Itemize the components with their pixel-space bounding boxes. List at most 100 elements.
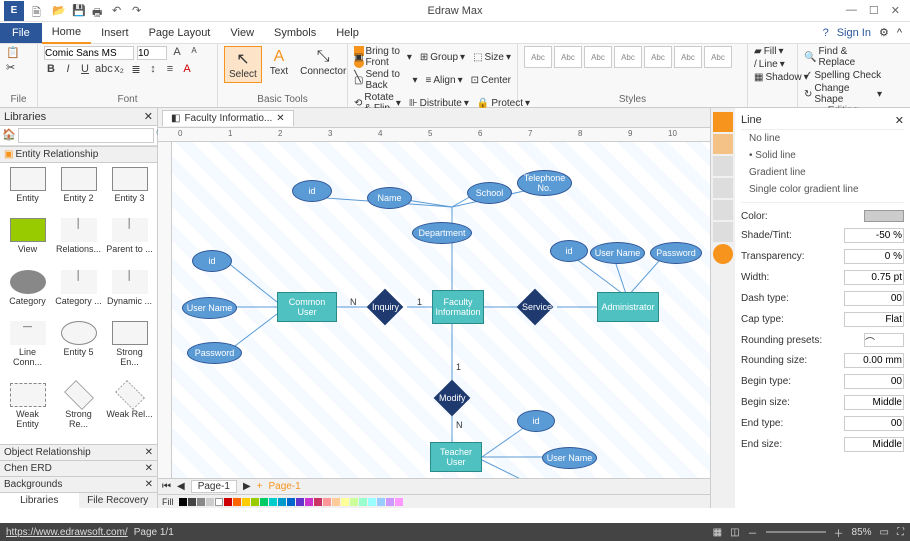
line-type-none[interactable]: No line [741,130,904,147]
bullets-icon[interactable]: ≣ [129,63,143,77]
align-button[interactable]: ≡ Align ▾ [425,69,462,91]
color-swatch[interactable] [341,498,349,506]
bring-to-front-button[interactable]: ▣ Bring to Front ▾ [354,46,412,68]
italic-icon[interactable]: I [61,63,75,77]
rel-modify[interactable]: Modify [434,380,471,417]
qat-undo-icon[interactable]: ↶ [112,4,126,18]
settings-icon[interactable]: ⚙ [879,26,889,39]
font-size-select[interactable] [137,46,167,60]
font-grow-icon[interactable]: A [170,46,184,60]
color-swatch[interactable] [296,498,304,506]
rounding-size-input[interactable] [844,353,904,368]
document-tab[interactable]: ◧ Faculty Informatio... ✕ [162,110,294,126]
prop-tab-info-icon[interactable] [713,222,733,242]
library-home-icon[interactable]: 🏠 [2,128,16,143]
cut-icon[interactable]: ✂ [6,61,15,74]
connector-tool[interactable]: ⤡ Connector [296,46,350,79]
shape-weakentity[interactable]: Weak Entity [4,383,51,440]
prop-tab-layout-icon[interactable] [713,200,733,220]
color-swatch[interactable] [386,498,394,506]
page-nav-first-icon[interactable]: ⏮ [162,481,171,492]
shape-relations[interactable]: │Relations... [55,218,102,265]
font-shrink-icon[interactable]: A [187,46,201,60]
minimize-icon[interactable]: — [846,4,857,17]
color-swatch[interactable] [260,498,268,506]
strike-icon[interactable]: abc [95,63,109,77]
send-to-back-button[interactable]: ▢ Send to Back ▾ [354,69,417,91]
rel-inquiry[interactable]: Inquiry [367,289,404,326]
color-picker[interactable] [864,210,904,222]
end-type-select[interactable] [844,416,904,431]
page-tab[interactable]: Page-1 [191,480,237,493]
attr-admin-password[interactable]: Password [650,242,702,264]
prop-tab-shadow-icon[interactable] [713,156,733,176]
width-input[interactable] [844,270,904,285]
shape-lineconn[interactable]: —Line Conn... [4,321,51,378]
color-swatch[interactable] [377,498,385,506]
status-url[interactable]: https://www.edrawsoft.com/ [6,527,128,538]
qat-save-icon[interactable]: 💾 [72,4,86,18]
color-swatch[interactable] [278,498,286,506]
cat-object-relationship[interactable]: Object Relationship✕ [0,444,157,460]
shape-strongrel[interactable]: Strong Re... [55,383,102,440]
subscript-icon[interactable]: x₂ [112,63,126,77]
drawing-canvas[interactable]: id User Name Password Common User Inquir… [172,142,710,478]
rounding-preset-select[interactable]: ⌒ [864,333,904,347]
attr-id[interactable]: id [192,250,232,272]
attr-teacher-id[interactable]: id [517,410,555,432]
tab-page-layout[interactable]: Page Layout [139,23,221,43]
category-expand-icon[interactable]: ▣ [4,149,13,160]
end-size-select[interactable] [844,437,904,452]
shade-input[interactable] [844,228,904,243]
begin-type-select[interactable] [844,374,904,389]
prop-tab-fill-icon[interactable] [713,134,733,154]
attr-name[interactable]: Name [367,187,412,209]
shape-dynamic[interactable]: │Dynamic ... [106,270,153,317]
font-name-select[interactable] [44,46,134,60]
attr-fac-id[interactable]: id [292,180,332,202]
prop-tab-help-icon[interactable] [713,244,733,264]
color-swatch[interactable] [287,498,295,506]
line-type-gradient[interactable]: Gradient line [741,164,904,181]
shape-strongen[interactable]: Strong En... [106,321,153,378]
color-swatch[interactable] [251,498,259,506]
entity-common-user[interactable]: Common User [277,292,337,322]
font-color-icon[interactable]: A [180,63,194,77]
shape-entity[interactable]: Entity [4,167,51,214]
color-swatch[interactable] [242,498,250,506]
line-type-solid[interactable]: Solid line [741,147,904,164]
color-swatch[interactable] [188,498,196,506]
center-button[interactable]: ⊡ Center [471,69,511,91]
library-search-input[interactable] [18,128,154,143]
select-tool[interactable]: ↖ Select [224,46,262,83]
libraries-close-icon[interactable]: ✕ [144,110,153,123]
shape-entity3[interactable]: Entity 3 [106,167,153,214]
tab-help[interactable]: Help [326,23,369,43]
sign-in-link[interactable]: Sign In [837,27,871,39]
zoom-out-icon[interactable]: － [748,525,758,540]
prop-tab-text-icon[interactable] [713,178,733,198]
attr-admin-username[interactable]: User Name [590,242,645,264]
cat-backgrounds[interactable]: Backgrounds✕ [0,476,157,492]
maximize-icon[interactable]: ☐ [869,4,879,17]
dash-select[interactable] [844,291,904,306]
underline-icon[interactable]: U [78,63,92,77]
color-swatch[interactable] [197,498,205,506]
right-panel-close-icon[interactable]: ✕ [895,114,904,127]
cap-select[interactable] [844,312,904,327]
bold-icon[interactable]: B [44,63,58,77]
color-swatch[interactable] [215,498,223,506]
color-swatch[interactable] [269,498,277,506]
qat-print-icon[interactable]: 🖶 [92,4,106,18]
style-gallery[interactable]: Abc Abc Abc Abc Abc Abc Abc [524,46,732,68]
panel-tab-libraries[interactable]: Libraries [0,493,79,508]
tab-view[interactable]: View [220,23,264,43]
tab-symbols[interactable]: Symbols [264,23,326,43]
spelling-button[interactable]: ✓ Spelling Check [804,70,881,81]
entity-admin[interactable]: Administrator [597,292,659,322]
page-nav-prev-icon[interactable]: ◀ [177,481,185,492]
size-button[interactable]: ⬚ Size ▾ [473,46,511,68]
color-swatch[interactable] [206,498,214,506]
zoom-slider[interactable] [766,531,826,533]
attr-admin-id[interactable]: id [550,240,588,262]
